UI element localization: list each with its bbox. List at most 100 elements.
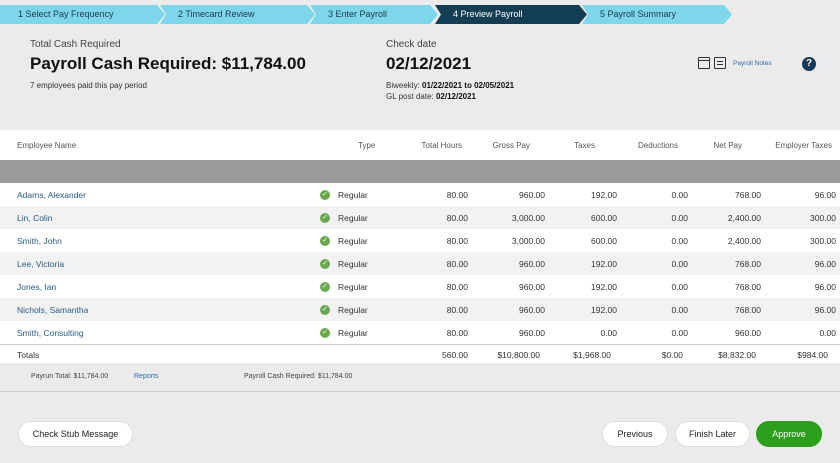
reports-link[interactable]: Reports [134,373,159,380]
step-3[interactable]: 3 Enter Payroll [310,5,438,24]
step-4[interactable]: 4 Preview Payroll [435,5,587,24]
cell-net: 768.00 [735,281,761,292]
table-row: Jones, Ian ✓ Regular 80.00 960.00 192.00 0.00 7… [0,275,840,298]
payroll-cash-title: Payroll Cash Required: $11,784.00 [30,54,306,73]
employees-paid-text: 7 employees paid this pay period [30,81,147,90]
step-1[interactable]: 1 Select Pay Frequency [0,5,165,24]
step-label: 2 Timecard Review [178,9,255,19]
totals-deductions: $0.00 [661,349,683,360]
cell-taxes: 192.00 [591,258,617,269]
cell-taxes: 600.00 [591,212,617,223]
cell-hours: 80.00 [446,281,468,292]
table-section-bar [0,160,840,183]
cell-hours: 80.00 [446,212,468,223]
col-gross-pay: Gross Pay [492,140,530,150]
employee-name-link[interactable]: Lee, Victoria [17,252,64,275]
cell-deductions: 0.00 [671,212,688,223]
cell-hours: 80.00 [446,235,468,246]
notes-icon [714,57,726,69]
employee-name-link[interactable]: Smith, Consulting [17,321,84,344]
cell-employer: 0.00 [819,327,836,338]
type-label: Regular [338,304,368,315]
payroll-notes-link[interactable]: Payroll Notes [733,60,772,67]
help-icon[interactable]: ? [802,57,816,71]
cell-gross: 960.00 [519,281,545,292]
step-label: 3 Enter Payroll [328,9,388,19]
cell-hours: 80.00 [446,327,468,338]
biweekly-range: Biweekly: 01/22/2021 to 02/05/2021 [386,81,514,90]
cell-taxes: 192.00 [591,189,617,200]
table-row: Smith, John ✓ Regular 80.00 3,000.00 600.00 0.… [0,229,840,252]
cell-taxes: 0.00 [600,327,617,338]
cell-employer: 96.00 [814,189,836,200]
table-row: Lin, Colin ✓ Regular 80.00 3,000.00 600.00 0.0… [0,206,840,229]
cell-employer: 96.00 [814,258,836,269]
cell-taxes: 192.00 [591,281,617,292]
type-cell: ✓ Regular [320,275,368,298]
payroll-notes-button[interactable]: Payroll Notes [698,57,772,69]
check-circle-icon: ✓ [320,304,330,315]
total-cash-label: Total Cash Required [30,39,121,50]
cell-net: 960.00 [735,327,761,338]
col-employee-name: Employee Name [17,140,77,150]
cell-hours: 80.00 [446,189,468,200]
employee-name-link[interactable]: Nichols, Samantha [17,298,88,321]
table-row: Nichols, Samantha ✓ Regular 80.00 960.00 192.… [0,298,840,321]
cell-net: 2,400.00 [727,235,761,246]
check-stub-message-button[interactable]: Check Stub Message [18,421,133,447]
table-row: Adams, Alexander ✓ Regular 80.00 960.00 192.0… [0,183,840,206]
table-row: Smith, Consulting ✓ Regular 80.00 960.00 0.00… [0,321,840,344]
check-circle-icon: ✓ [320,189,330,200]
type-label: Regular [338,189,368,200]
type-cell: ✓ Regular [320,183,368,206]
cell-employer: 96.00 [814,304,836,315]
cell-net: 2,400.00 [727,212,761,223]
cell-hours: 80.00 [446,304,468,315]
type-cell: ✓ Regular [320,298,368,321]
cell-deductions: 0.00 [671,304,688,315]
type-cell: ✓ Regular [320,206,368,229]
cell-net: 768.00 [735,304,761,315]
finish-later-button[interactable]: Finish Later [675,421,750,447]
totals-hours: 560.00 [442,349,468,360]
calendar-icon [698,57,710,69]
cell-deductions: 0.00 [671,189,688,200]
totals-net: $8,832.00 [718,349,756,360]
type-label: Regular [338,281,368,292]
type-label: Regular [338,235,368,246]
check-circle-icon: ✓ [320,281,330,292]
col-employer-taxes: Employer Taxes [775,140,832,150]
type-label: Regular [338,212,368,223]
type-label: Regular [338,258,368,269]
type-label: Regular [338,327,368,338]
type-cell: ✓ Regular [320,321,368,344]
cell-deductions: 0.00 [671,281,688,292]
divider [0,391,840,392]
employee-name-link[interactable]: Lin, Colin [17,206,52,229]
approve-button[interactable]: Approve [756,421,822,447]
employee-name-link[interactable]: Adams, Alexander [17,183,86,206]
payroll-stepper: 1 Select Pay Frequency 2 Timecard Review 3… [0,5,740,24]
cell-taxes: 192.00 [591,304,617,315]
table-row: Lee, Victoria ✓ Regular 80.00 960.00 192.00 0.… [0,252,840,275]
cell-employer: 96.00 [814,281,836,292]
cell-net: 768.00 [735,189,761,200]
cell-hours: 80.00 [446,258,468,269]
check-date-label: Check date [386,39,437,50]
cell-deductions: 0.00 [671,327,688,338]
cell-employer: 300.00 [810,212,836,223]
col-type: Type [358,140,376,150]
cell-employer: 300.00 [810,235,836,246]
gl-value: 02/12/2021 [435,92,477,101]
cell-deductions: 0.00 [671,258,688,269]
totals-gross: $10,800.00 [497,349,540,360]
previous-button[interactable]: Previous [602,421,668,447]
step-5[interactable]: 5 Payroll Summary [582,5,732,24]
employee-name-link[interactable]: Jones, Ian [17,275,56,298]
totals-row: Totals 560.00 $10,800.00 $1,968.00 $0.00… [0,344,840,364]
type-cell: ✓ Regular [320,252,368,275]
payrun-total: Payrun Total: $11,784.00 [31,373,109,380]
employee-name-link[interactable]: Smith, John [17,229,62,252]
type-cell: ✓ Regular [320,229,368,252]
step-2[interactable]: 2 Timecard Review [160,5,315,24]
